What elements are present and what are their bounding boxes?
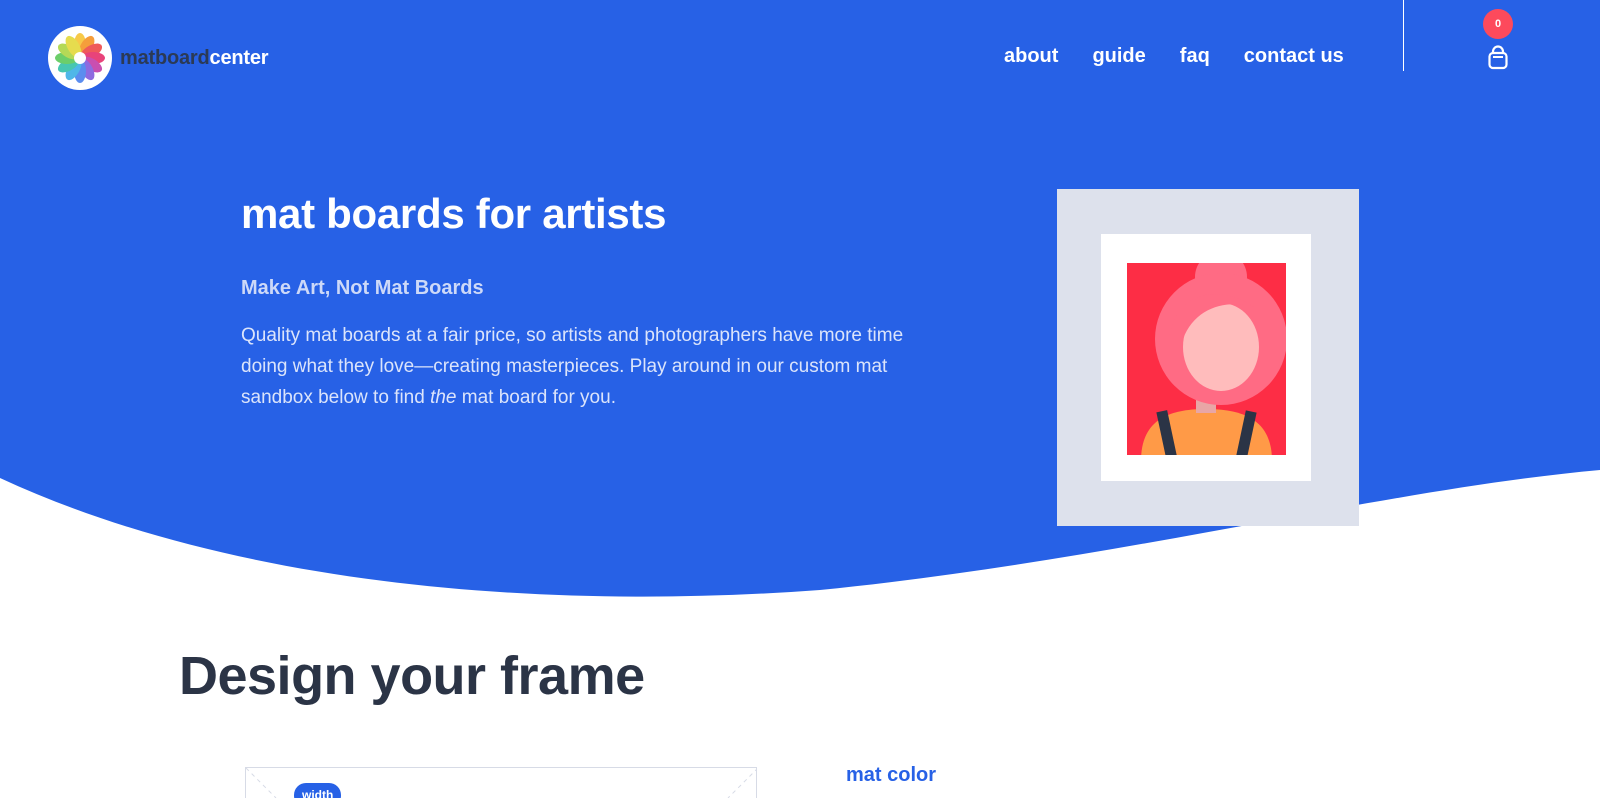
cart-count-badge: 0 [1483, 9, 1513, 39]
mat-color-label: mat color [846, 764, 937, 786]
shopping-bag-icon[interactable] [1484, 44, 1512, 72]
hero-desc-emphasis: the [430, 387, 457, 408]
logo-text-light: center [209, 46, 269, 69]
hero-background [0, 0, 1600, 597]
hero-subtitle: Make Art, Not Mat Boards [241, 277, 484, 299]
nav-contact-us[interactable]: contact us [1244, 45, 1344, 68]
width-dimension-tag[interactable]: width [294, 783, 342, 798]
framed-portrait-illustration [1057, 189, 1359, 526]
hero-description: Quality mat boards at a fair price, so a… [241, 320, 921, 413]
nav-faq[interactable]: faq [1180, 45, 1210, 68]
logo-text-dark: matboard [120, 46, 210, 69]
hero-title: mat boards for artists [241, 190, 667, 237]
main-nav: about guide faq contact us [1004, 45, 1378, 68]
design-section-title: Design your frame [179, 646, 645, 706]
hero-desc-part-2: mat board for you. [456, 387, 616, 408]
site-logo[interactable]: matboardcenter [48, 26, 269, 90]
nav-divider [1403, 0, 1404, 71]
nav-about[interactable]: about [1004, 45, 1058, 68]
flower-logo-icon [48, 26, 112, 90]
logo-wordmark: matboardcenter [120, 46, 269, 70]
nav-guide[interactable]: guide [1092, 45, 1145, 68]
